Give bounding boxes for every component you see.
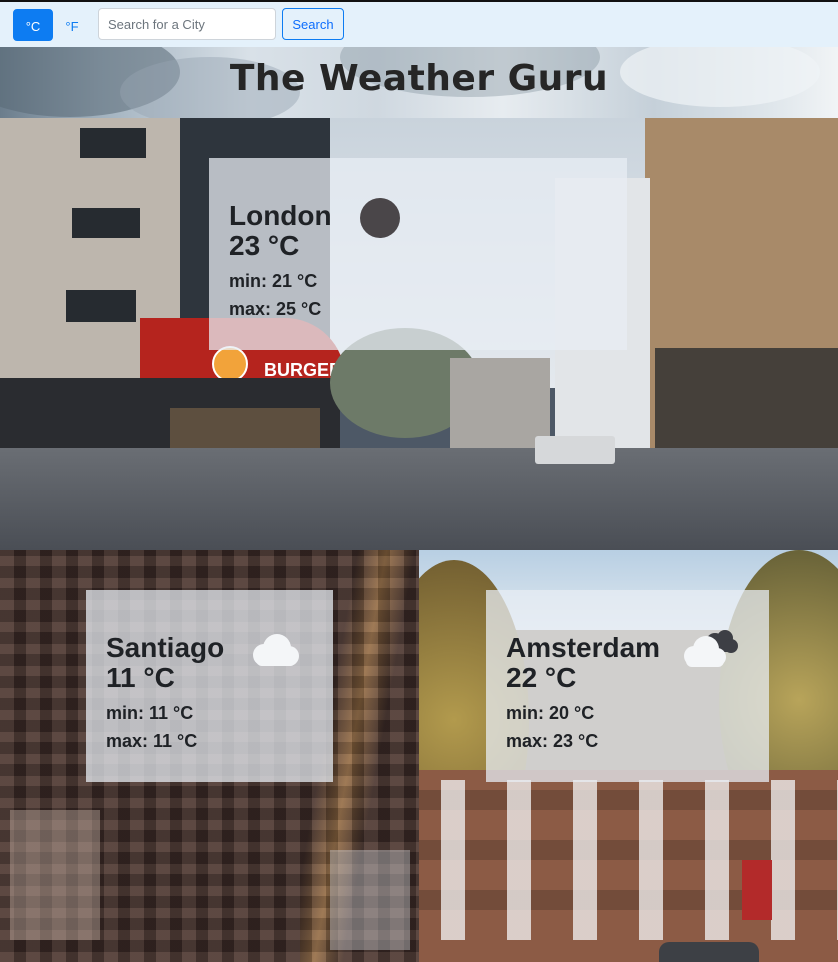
van xyxy=(535,436,615,464)
parked-car xyxy=(659,942,759,962)
min-temperature: min: 20 °C xyxy=(506,703,595,723)
weather-card-amsterdam: Amsterdam 22 °C min: 20 °C max: 23 °C xyxy=(486,590,769,782)
building-block xyxy=(10,810,100,940)
header-banner: The Weather Guru xyxy=(0,47,838,118)
max-temperature: max: 23 °C xyxy=(506,731,599,751)
house-windows xyxy=(419,780,838,940)
weather-card-santiago: Santiago 11 °C min: 11 °C max: 11 °C xyxy=(86,590,333,782)
celsius-toggle-button[interactable]: °C xyxy=(13,9,53,41)
building-block xyxy=(330,850,410,950)
app-title: The Weather Guru xyxy=(229,58,609,99)
distant-building xyxy=(450,358,550,448)
window xyxy=(72,208,140,238)
min-temperature: min: 11 °C xyxy=(106,703,194,723)
city-name: Santiago xyxy=(106,632,225,663)
clear-night-moon-icon xyxy=(360,198,400,238)
max-temperature: max: 11 °C xyxy=(106,731,198,751)
burger-king-logo xyxy=(212,346,248,382)
window xyxy=(66,290,136,322)
top-controls-bar: °C °F Search xyxy=(0,2,838,47)
min-temperature: min: 21 °C xyxy=(229,271,318,291)
window xyxy=(80,128,146,158)
current-temperature: 23 °C xyxy=(229,230,300,261)
cloud-icon xyxy=(253,634,299,666)
city-name: London xyxy=(229,200,332,231)
fahrenheit-toggle-button[interactable]: °F xyxy=(55,9,89,41)
city-name: Amsterdam xyxy=(506,632,661,663)
weather-card-london: London 23 °C min: 21 °C max: 25 °C xyxy=(209,158,627,350)
city-search-input[interactable] xyxy=(98,8,276,40)
current-temperature: 22 °C xyxy=(506,662,577,693)
street xyxy=(0,448,838,550)
cloudy-icon xyxy=(684,630,738,667)
search-button[interactable]: Search xyxy=(282,8,344,40)
current-temperature: 11 °C xyxy=(106,662,175,693)
max-temperature: max: 25 °C xyxy=(229,299,322,319)
red-door xyxy=(742,860,772,920)
